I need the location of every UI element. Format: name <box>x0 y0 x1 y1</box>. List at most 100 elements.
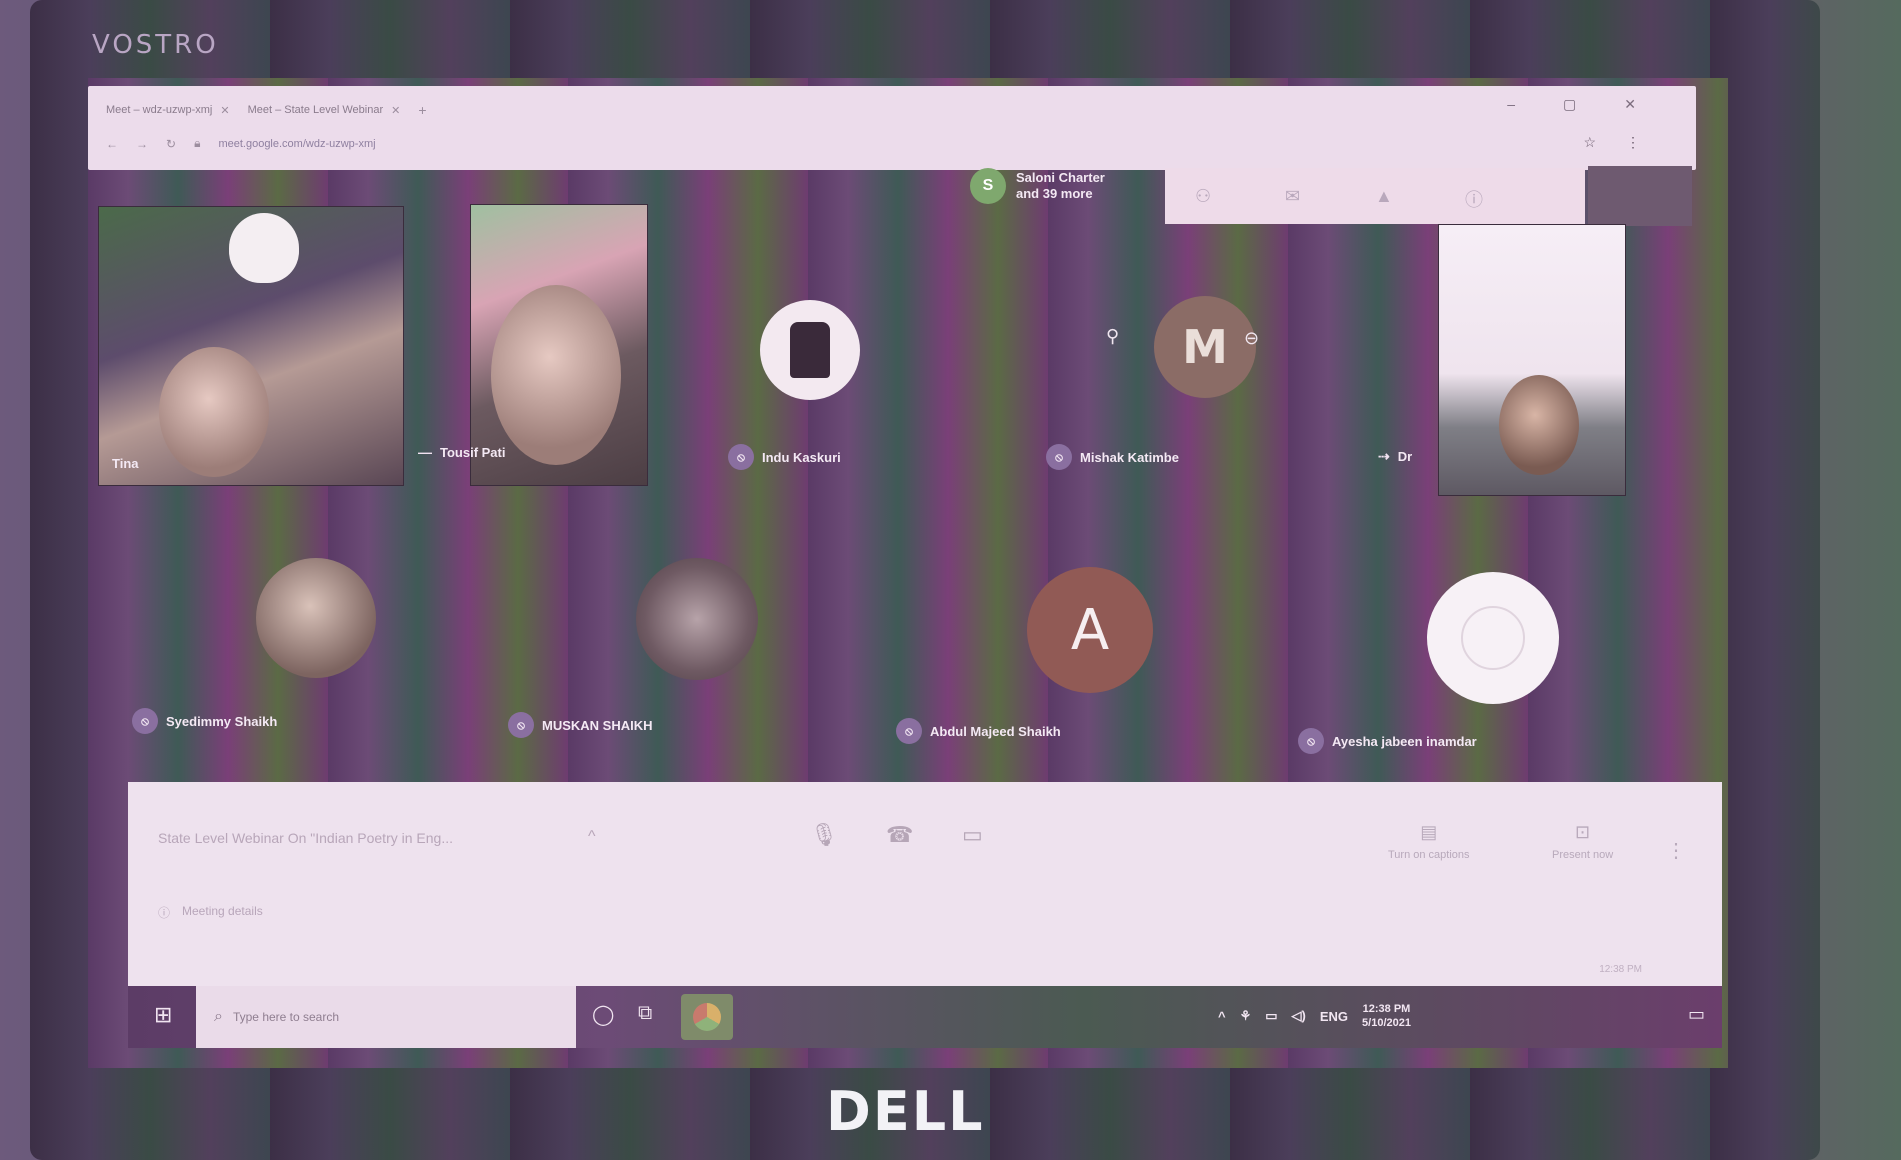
language-indicator[interactable]: ENG <box>1320 1009 1348 1024</box>
mic-off-icon: ⦸ <box>728 444 754 470</box>
avatar-photo-shape <box>1461 606 1525 670</box>
meeting-details-label: Meeting details <box>182 904 263 918</box>
participant-name: Abdul Majeed Shaikh <box>930 723 1061 739</box>
presenter-name: Saloni Charter <box>1016 170 1105 185</box>
reload-icon[interactable]: ↻ <box>166 137 176 151</box>
volume-icon[interactable]: ◁) <box>1292 1008 1306 1024</box>
mic-off-icon: ⦸ <box>508 712 534 738</box>
participant-name: Tousif Pati <box>440 444 506 460</box>
clock-date: 5/10/2021 <box>1362 1017 1411 1029</box>
network-icon[interactable]: ⚘ <box>1240 1008 1252 1024</box>
presenter-text: Saloni Charter and 39 more <box>1016 170 1105 202</box>
info-icon: ⓘ <box>158 906 171 920</box>
tab-row: Meet – wdz-uzwp-xmj ✕ Meet – State Level… <box>106 98 427 122</box>
more-options-icon[interactable]: ⋮ <box>1666 838 1686 863</box>
avatar-photo-shape <box>790 322 830 378</box>
notification-icon[interactable]: ▭ <box>1688 1004 1705 1025</box>
mic-icon: ⇢ <box>1378 448 1390 464</box>
browser-toolbar: ☆ ⋮ <box>1583 134 1640 151</box>
screen: Meet – wdz-uzwp-xmj ✕ Meet – State Level… <box>88 78 1728 1068</box>
close-icon[interactable]: ✕ <box>391 104 400 117</box>
back-icon[interactable]: ← <box>106 137 118 151</box>
leave-call-icon[interactable]: ☎ <box>886 822 913 848</box>
meeting-details[interactable]: ⓘ Meeting details <box>158 904 263 921</box>
browser-chrome: Meet – wdz-uzwp-xmj ✕ Meet – State Level… <box>88 86 1696 170</box>
maximize-button[interactable]: ▢ <box>1563 96 1576 113</box>
chevron-up-icon[interactable]: ^ <box>588 828 596 846</box>
participant-name: Dr <box>1397 449 1413 464</box>
video-tile-5[interactable] <box>1438 224 1626 496</box>
task-view-icon[interactable]: ⧉ <box>638 1002 652 1025</box>
search-placeholder: Type here to search <box>232 1010 340 1024</box>
participant-name: Syedimmy Shaikh <box>166 713 278 729</box>
participant-face <box>491 285 621 465</box>
new-tab-button[interactable]: + <box>418 102 426 118</box>
participant-name: Tina <box>112 456 139 471</box>
captions-icon: ▤ <box>1420 822 1438 842</box>
participant-label-7: ⦸ MUSKAN SHAIKH <box>508 712 653 738</box>
present-label: Present now <box>1552 849 1614 861</box>
browser-tab-1[interactable]: Meet – wdz-uzwp-xmj ✕ <box>106 104 230 117</box>
browser-tab-2[interactable]: Meet – State Level Webinar ✕ <box>248 104 401 117</box>
address-row: ← → ↻ 🔒︎ meet.google.com/wdz-uzwp-xmj <box>106 136 598 151</box>
taskbar: ⊞ ⌕ Type here to search ◯ ⧉ ^ ⚘ ▭ ◁) ENG… <box>128 986 1722 1048</box>
star-icon[interactable]: ☆ <box>1583 134 1596 151</box>
participant-label-4: ⦸ Mishak Katimbe <box>1046 444 1179 470</box>
avatar-ayesha[interactable] <box>1427 572 1559 704</box>
cortana-icon[interactable]: ◯ <box>592 1002 614 1027</box>
info-icon[interactable]: ⓘ <box>1465 186 1483 212</box>
forward-icon[interactable]: → <box>136 137 148 151</box>
chrome-logo <box>693 1003 721 1031</box>
mic-off-icon: ⦸ <box>1298 728 1324 754</box>
clock-time: 12:38 PM <box>1362 1003 1411 1015</box>
battery-icon[interactable]: ▭ <box>1265 1008 1277 1024</box>
close-window-button[interactable]: ✕ <box>1624 96 1636 113</box>
participant-label-9: ⦸ Ayesha jabeen inamdar <box>1298 728 1477 754</box>
avatar-indu[interactable] <box>760 300 860 400</box>
address-bar[interactable]: meet.google.com/wdz-uzwp-xmj <box>218 138 598 150</box>
participant-label-3: ⦸ Indu Kaskuri <box>728 444 841 470</box>
participant-label-2: — Tousif Pati <box>418 444 505 460</box>
present-icon: ⊡ <box>1575 822 1591 842</box>
presenter-avatar: S <box>970 168 1006 204</box>
taskbar-search[interactable]: ⌕ Type here to search <box>196 986 576 1048</box>
chrome-taskbar-icon[interactable] <box>681 994 733 1040</box>
chat-icon[interactable]: ✉ <box>1285 186 1300 207</box>
pin-icon[interactable]: ⚲ <box>1106 326 1119 347</box>
remove-icon[interactable]: ⊖ <box>1244 328 1259 349</box>
meeting-title[interactable]: State Level Webinar On "Indian Poetry in… <box>158 830 453 846</box>
video-tile-1[interactable] <box>98 206 404 486</box>
close-icon[interactable]: ✕ <box>220 104 229 117</box>
participant-face <box>1499 375 1579 475</box>
search-icon: ⌕ <box>214 1008 223 1025</box>
avatar-muskan[interactable] <box>636 558 758 680</box>
menu-icon[interactable]: ⋮ <box>1626 134 1640 151</box>
meet-top-panel: ⚇ ✉ ▲ ⓘ <box>1165 168 1585 224</box>
mic-icon[interactable]: 🎙︎ <box>810 822 838 848</box>
participant-name: MUSKAN SHAIKH <box>542 717 653 733</box>
meet-bottom-bar: State Level Webinar On "Indian Poetry in… <box>128 782 1722 992</box>
presenter-badge[interactable]: S Saloni Charter and 39 more <box>970 168 1105 204</box>
captions-label: Turn on captions <box>1388 849 1470 861</box>
present-button[interactable]: ⊡ Present now <box>1552 822 1613 861</box>
dell-logo: DELL <box>826 1080 985 1143</box>
lamp-shape <box>229 213 299 283</box>
captions-button[interactable]: ▤ Turn on captions <box>1388 822 1470 861</box>
participant-name: Ayesha jabeen inamdar <box>1332 733 1477 749</box>
minimize-button[interactable]: – <box>1507 96 1515 113</box>
self-view-thumbnail[interactable] <box>1588 166 1692 226</box>
avatar-syedimmy[interactable] <box>256 558 376 678</box>
camera-icon[interactable]: ▭ <box>962 822 983 848</box>
activities-icon[interactable]: ▲ <box>1375 186 1393 207</box>
avatar-abdul[interactable]: A <box>1027 567 1153 693</box>
tray-chevron-icon[interactable]: ^ <box>1218 1009 1226 1024</box>
mic-off-icon: ⦸ <box>1046 444 1072 470</box>
system-tray: ^ ⚘ ▭ ◁) ENG 12:38 PM 5/10/2021 <box>1218 1002 1411 1030</box>
people-icon[interactable]: ⚇ <box>1195 186 1211 207</box>
clock[interactable]: 12:38 PM 5/10/2021 <box>1362 1002 1411 1030</box>
avatar-mishak[interactable]: M <box>1154 296 1256 398</box>
participant-label-1: Tina <box>112 456 139 471</box>
participant-label-6: ⦸ Syedimmy Shaikh <box>132 708 277 734</box>
participant-name: Mishak Katimbe <box>1080 449 1179 465</box>
windows-start-icon[interactable]: ⊞ <box>154 1002 172 1028</box>
